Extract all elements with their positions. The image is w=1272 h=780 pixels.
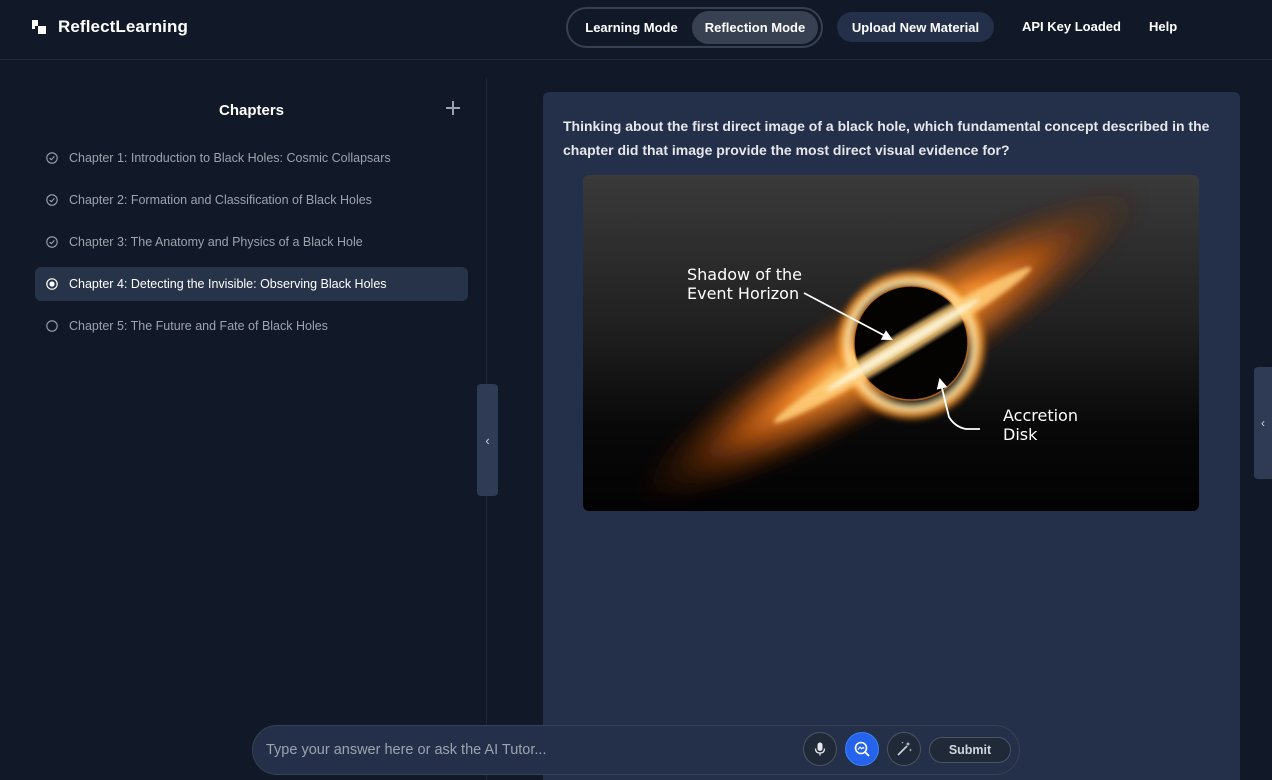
shadow-label: Shadow of the Event Horizon (687, 265, 802, 303)
chapter-label: Chapter 2: Formation and Classification … (69, 193, 372, 207)
radio-selected-icon (46, 278, 58, 290)
reflection-question: Thinking about the first direct image of… (563, 118, 1210, 158)
chapter-item-4[interactable]: Chapter 4: Detecting the Invisible: Obse… (35, 267, 468, 301)
check-circle-icon (46, 236, 58, 248)
app-title: ReflectLearning (58, 17, 188, 36)
top-header: ReflectLearning Learning Mode Reflection… (0, 0, 1272, 60)
answer-input[interactable] (266, 738, 786, 762)
accretion-disk-label: Accretion Disk (1003, 406, 1078, 444)
chapter-item-3[interactable]: Chapter 3: The Anatomy and Physics of a … (35, 225, 468, 259)
api-key-status[interactable]: API Key Loaded (1022, 19, 1121, 34)
visual-search-button[interactable] (845, 732, 879, 766)
expand-right-panel-button[interactable]: ‹ (1254, 367, 1272, 479)
chapter-item-5[interactable]: Chapter 5: The Future and Fate of Black … (35, 309, 468, 343)
chevron-left-icon: ‹ (1261, 416, 1265, 430)
chevron-left-icon: ‹ (485, 432, 490, 448)
mode-toggle: Learning Mode Reflection Mode (566, 7, 823, 48)
upload-material-button[interactable]: Upload New Material (837, 12, 994, 42)
chapter-label: Chapter 4: Detecting the Invisible: Obse… (69, 277, 387, 291)
check-circle-icon (46, 194, 58, 206)
image-search-icon (854, 741, 870, 757)
magic-wand-button[interactable] (887, 732, 921, 766)
chapter-label: Chapter 5: The Future and Fate of Black … (69, 319, 328, 333)
circle-outline-icon (46, 320, 58, 332)
check-circle-icon (46, 152, 58, 164)
microphone-icon (814, 742, 826, 756)
chapter-label: Chapter 3: The Anatomy and Physics of a … (69, 235, 363, 249)
chapter-item-1[interactable]: Chapter 1: Introduction to Black Holes: … (35, 141, 468, 175)
microphone-button[interactable] (803, 732, 837, 766)
logo-icon (32, 20, 46, 34)
black-hole-illustration (631, 182, 1151, 508)
chapter-label: Chapter 1: Introduction to Black Holes: … (69, 151, 391, 165)
submit-button[interactable]: Submit (929, 737, 1011, 763)
app-logo[interactable]: ReflectLearning (32, 17, 188, 37)
magic-wand-icon (897, 741, 912, 756)
chapter-item-2[interactable]: Chapter 2: Formation and Classification … (35, 183, 468, 217)
answer-input-bar: Submit (252, 725, 1020, 775)
chapters-heading: Chapters (219, 102, 285, 119)
help-link[interactable]: Help (1149, 19, 1177, 34)
reflection-mode-button[interactable]: Reflection Mode (692, 11, 818, 44)
add-chapter-icon[interactable] (446, 101, 460, 115)
collapse-sidebar-button[interactable]: ‹ (477, 384, 498, 496)
black-hole-figure: Shadow of the Event Horizon Accretion Di… (583, 175, 1199, 511)
learning-mode-button[interactable]: Learning Mode (571, 11, 692, 44)
